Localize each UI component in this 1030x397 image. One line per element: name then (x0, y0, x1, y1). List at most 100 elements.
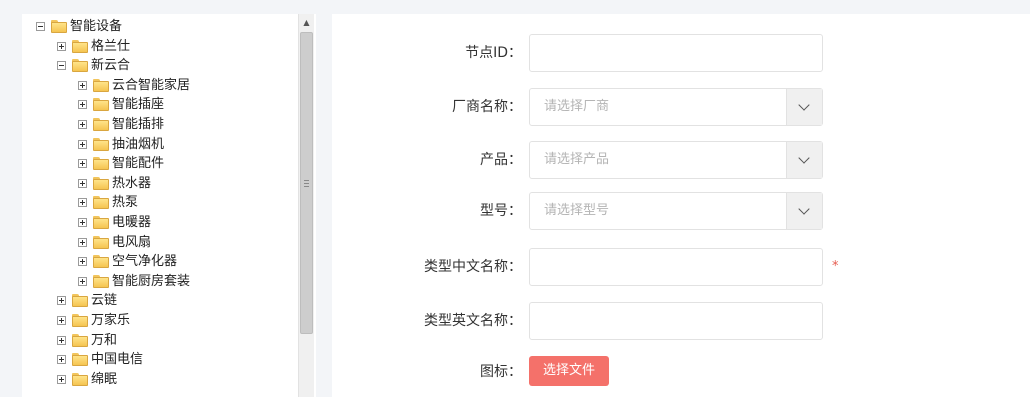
tree-node[interactable]: 智能设备 (36, 17, 122, 36)
tree-node[interactable]: 热泵 (78, 193, 138, 212)
folder-icon (93, 235, 109, 249)
tree-node-label: 绵眠 (91, 371, 118, 387)
folder-icon (72, 59, 88, 73)
tree-node[interactable]: 智能插座 (78, 95, 164, 114)
tree-node[interactable]: 空气净化器 (78, 252, 177, 271)
tree-node[interactable]: 智能配件 (78, 154, 164, 173)
tree-node-label: 抽油烟机 (112, 136, 165, 152)
tree-node[interactable]: 绵眠 (57, 370, 117, 389)
expand-icon[interactable] (78, 159, 87, 169)
collapse-icon[interactable] (36, 22, 45, 31)
type-cn-label: 类型中文名称： (424, 259, 522, 275)
product-select[interactable]: 请选择产品 (529, 141, 823, 179)
folder-icon (93, 176, 109, 190)
tree-node-label: 云合智能家居 (112, 77, 191, 93)
vendor-select[interactable]: 请选择厂商 (529, 88, 823, 126)
tree-node[interactable]: 中国电信 (57, 350, 143, 369)
expand-icon[interactable] (78, 198, 87, 208)
tree-node-label: 空气净化器 (112, 254, 178, 270)
choose-file-button[interactable]: 选择文件 (529, 356, 609, 386)
tree-node-label: 智能设备 (70, 19, 123, 34)
tree-node-label: 电暖器 (112, 215, 152, 230)
product-placeholder: 请选择产品 (544, 152, 610, 167)
model-select[interactable]: 请选择型号 (529, 192, 823, 230)
tree-node[interactable]: 格兰仕 (57, 37, 130, 56)
expand-icon[interactable] (57, 41, 66, 51)
tree-node[interactable]: 电暖器 (78, 213, 151, 232)
expand-icon[interactable] (57, 374, 66, 384)
tree-node-label: 格兰仕 (91, 38, 131, 54)
chevron-down-icon[interactable] (786, 142, 822, 178)
expand-icon[interactable] (57, 335, 66, 345)
scroll-thumb[interactable] (300, 32, 313, 334)
folder-icon (51, 20, 67, 33)
scroll-up-arrow-icon[interactable]: ▲ (299, 14, 314, 31)
expand-icon[interactable] (78, 276, 87, 286)
tree-node[interactable]: 抽油烟机 (78, 135, 164, 154)
folder-icon (93, 255, 109, 269)
tree-node[interactable]: 云链 (57, 291, 117, 310)
tree-node-label: 万和 (91, 332, 118, 348)
type-en-input[interactable] (529, 302, 823, 340)
tree-scrollbar[interactable]: ▲ (298, 14, 314, 397)
chevron-down-icon[interactable] (786, 89, 822, 125)
expand-icon[interactable] (78, 120, 87, 129)
tree-node[interactable]: 云合智能家居 (78, 76, 190, 95)
tree-node-label: 万家乐 (91, 313, 131, 328)
expand-icon[interactable] (57, 355, 66, 365)
chevron-down-icon[interactable] (786, 193, 822, 229)
folder-icon (72, 353, 88, 367)
model-label: 型号： (480, 203, 522, 219)
tree-node[interactable]: 智能厨房套装 (78, 272, 190, 291)
vendor-row: 厂商名称： 请选择厂商 (332, 88, 1030, 126)
folder-icon (72, 39, 88, 53)
expand-icon[interactable] (78, 100, 87, 110)
folder-icon (93, 137, 109, 151)
collapse-icon[interactable] (57, 61, 66, 71)
folder-icon (93, 274, 109, 288)
tree-node-label: 智能配件 (112, 156, 165, 172)
expand-icon[interactable] (57, 316, 66, 325)
folder-icon (72, 333, 88, 347)
expand-icon[interactable] (78, 237, 87, 247)
type-en-label: 类型英文名称： (424, 313, 522, 329)
tree-node[interactable]: 万和 (57, 331, 117, 350)
tree-node-label: 电风扇 (112, 234, 152, 250)
expand-icon[interactable] (57, 296, 66, 306)
tree-node[interactable]: 电风扇 (78, 233, 151, 252)
tree-node[interactable]: 万家乐 (57, 311, 130, 330)
expand-icon[interactable] (78, 257, 87, 267)
tree-node[interactable]: 热水器 (78, 174, 151, 193)
tree-node-label: 中国电信 (91, 352, 144, 368)
device-tree-panel: 智能设备格兰仕新云合云合智能家居智能插座智能插排抽油烟机智能配件热水器热泵电暖器… (22, 14, 316, 397)
node-id-label: 节点ID： (465, 45, 522, 61)
expand-icon[interactable] (78, 139, 87, 149)
type-en-row: 类型英文名称： (332, 302, 1030, 340)
folder-icon (93, 196, 109, 210)
expand-icon[interactable] (78, 178, 87, 188)
model-row: 型号： 请选择型号 (332, 192, 1030, 230)
tree-node-label: 热水器 (112, 175, 152, 191)
folder-icon (93, 78, 109, 92)
vendor-placeholder: 请选择厂商 (544, 99, 610, 114)
folder-icon (72, 372, 88, 386)
model-placeholder: 请选择型号 (544, 203, 610, 218)
grip-icon (304, 180, 309, 189)
folder-icon (93, 216, 109, 229)
tree-node-label: 智能插排 (112, 117, 165, 132)
tree-node-label: 热泵 (112, 195, 139, 211)
tree-node[interactable]: 智能插排 (78, 115, 164, 134)
tree-node-label: 云链 (91, 293, 118, 309)
tree-node-label: 智能厨房套装 (112, 273, 191, 289)
expand-icon[interactable] (78, 80, 87, 90)
icon-row: 图标： 选择文件 (332, 353, 1030, 391)
folder-icon (72, 294, 88, 308)
tree-node[interactable]: 新云合 (57, 56, 130, 75)
type-cn-row: 类型中文名称： * (332, 248, 1030, 286)
product-row: 产品： 请选择产品 (332, 141, 1030, 179)
type-cn-input[interactable] (529, 248, 823, 286)
node-id-input[interactable] (529, 34, 823, 72)
required-mark: * (832, 259, 839, 274)
expand-icon[interactable] (78, 218, 87, 227)
folder-icon (93, 157, 109, 171)
